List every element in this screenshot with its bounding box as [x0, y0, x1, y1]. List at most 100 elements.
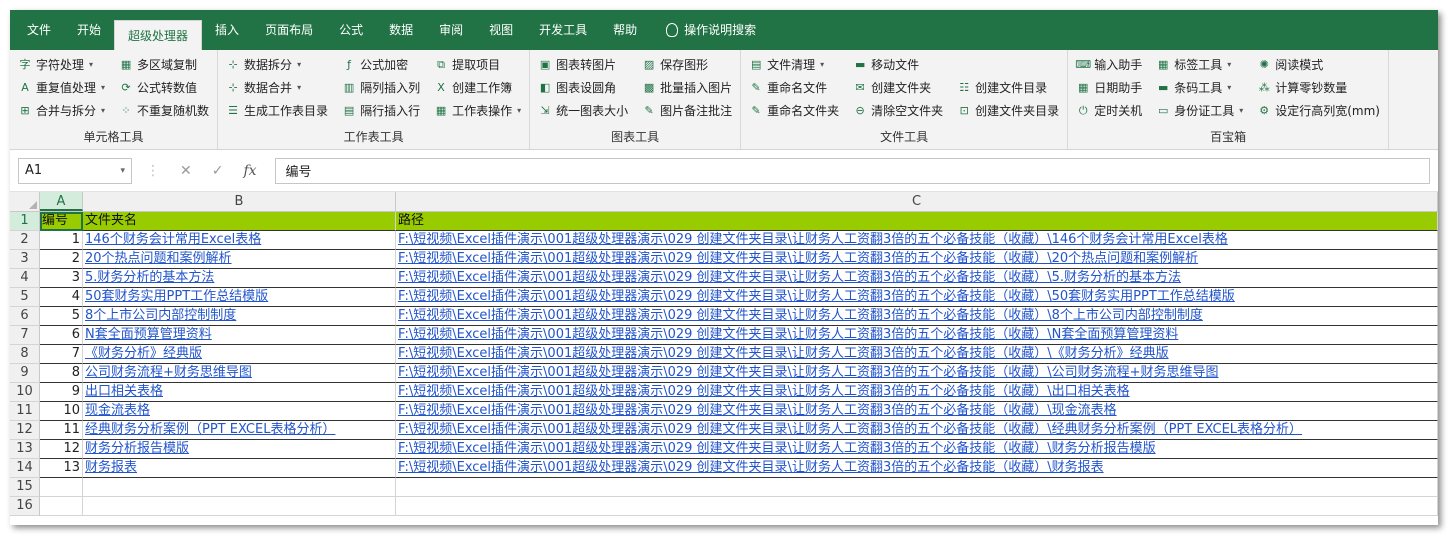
- ribbon-button[interactable]: ⏻ 定时关机: [1076, 100, 1142, 120]
- row-header[interactable]: 2: [10, 231, 40, 250]
- ribbon-button[interactable]: ▦ 日期助手: [1076, 77, 1142, 97]
- row-header[interactable]: 16: [10, 497, 40, 516]
- folder-link[interactable]: 20个热点问题和案例解析: [83, 250, 396, 269]
- cell-a[interactable]: 11: [40, 421, 83, 440]
- ribbon-button[interactable]: ◧ 图表设圆角: [538, 77, 628, 97]
- cell-a[interactable]: 2: [40, 250, 83, 269]
- row-header[interactable]: 11: [10, 402, 40, 421]
- tab-9[interactable]: 开发工具: [526, 10, 600, 50]
- path-link[interactable]: F:\短视频\Excel插件演示\001超级处理器演示\029 创建文件夹目录\…: [396, 307, 1438, 326]
- cell-b[interactable]: [83, 497, 396, 516]
- cell-a[interactable]: 4: [40, 288, 83, 307]
- row-header[interactable]: 12: [10, 421, 40, 440]
- tab-4[interactable]: 页面布局: [252, 10, 326, 50]
- column-header-b[interactable]: B: [83, 192, 396, 211]
- folder-link[interactable]: 经典财务分析案例（PPT EXCEL表格分析）: [83, 421, 396, 440]
- row-header[interactable]: 10: [10, 383, 40, 402]
- row-header[interactable]: 8: [10, 345, 40, 364]
- path-link[interactable]: F:\短视频\Excel插件演示\001超级处理器演示\029 创建文件夹目录\…: [396, 421, 1438, 440]
- row-header[interactable]: 15: [10, 478, 40, 497]
- cell-a[interactable]: 7: [40, 345, 83, 364]
- path-link[interactable]: F:\短视频\Excel插件演示\001超级处理器演示\029 创建文件夹目录\…: [396, 440, 1438, 459]
- insert-function-icon[interactable]: fx: [243, 163, 256, 179]
- folder-link[interactable]: 50套财务实用PPT工作总结模版: [83, 288, 396, 307]
- ribbon-button[interactable]: ⁘ 不重复随机数: [119, 100, 209, 120]
- cell-a[interactable]: 6: [40, 326, 83, 345]
- tab-0[interactable]: 文件: [14, 10, 64, 50]
- ribbon-button[interactable]: ▤ 隔行插入行: [342, 100, 420, 120]
- tab-5[interactable]: 公式: [326, 10, 376, 50]
- enter-check-icon[interactable]: ✓: [212, 163, 224, 179]
- path-link[interactable]: F:\短视频\Excel插件演示\001超级处理器演示\029 创建文件夹目录\…: [396, 326, 1438, 345]
- path-link[interactable]: F:\短视频\Excel插件演示\001超级处理器演示\029 创建文件夹目录\…: [396, 231, 1438, 250]
- ribbon-button[interactable]: ⌨ 输入助手: [1075, 54, 1142, 74]
- ribbon-button[interactable]: ✎ 图片备注批注: [642, 100, 733, 120]
- cell-a[interactable]: [40, 478, 83, 497]
- row-header[interactable]: 1: [10, 212, 40, 231]
- ribbon-button[interactable]: ⁂ 计算零钞数量: [1257, 77, 1380, 97]
- tab-6[interactable]: 数据: [376, 10, 426, 50]
- ribbon-button[interactable]: ⟳ 公式转数值: [119, 77, 209, 97]
- ribbon-button[interactable]: ▭ 身份证工具 ▾: [1156, 100, 1243, 120]
- ribbon-button[interactable]: X 创建工作簿: [434, 77, 521, 97]
- row-header[interactable]: 4: [10, 269, 40, 288]
- ribbon-button[interactable]: ▬ 条码工具 ▾: [1156, 77, 1243, 97]
- path-link[interactable]: F:\短视频\Excel插件演示\001超级处理器演示\029 创建文件夹目录\…: [396, 364, 1438, 383]
- path-link[interactable]: F:\短视频\Excel插件演示\001超级处理器演示\029 创建文件夹目录\…: [396, 250, 1438, 269]
- folder-link[interactable]: 《财务分析》经典版: [83, 345, 396, 364]
- cell-a[interactable]: 5: [40, 307, 83, 326]
- cell-c[interactable]: 路径: [396, 212, 1438, 231]
- ribbon-button[interactable]: ☰ 生成工作表目录: [226, 100, 328, 120]
- row-header[interactable]: 3: [10, 250, 40, 269]
- ribbon-button[interactable]: ☷ 创建文件目录: [957, 77, 1059, 97]
- folder-link[interactable]: 公司财务流程+财务思维导图: [83, 364, 396, 383]
- row-header[interactable]: 13: [10, 440, 40, 459]
- folder-link[interactable]: 财务报表: [83, 459, 396, 478]
- cell-b[interactable]: [83, 478, 396, 497]
- ribbon-button[interactable]: ⇲ 统一图表大小: [538, 100, 629, 120]
- ribbon-button[interactable]: ✎ 重命名文件夹: [749, 100, 840, 120]
- path-link[interactable]: F:\短视频\Excel插件演示\001超级处理器演示\029 创建文件夹目录\…: [396, 459, 1438, 478]
- folder-link[interactable]: 8个上市公司内部控制制度: [83, 307, 396, 326]
- ribbon-button[interactable]: ✉ 创建文件夹: [853, 77, 943, 97]
- tab-3[interactable]: 插入: [202, 10, 252, 50]
- row-header[interactable]: 6: [10, 307, 40, 326]
- path-link[interactable]: F:\短视频\Excel插件演示\001超级处理器演示\029 创建文件夹目录\…: [396, 288, 1438, 307]
- tell-me-search[interactable]: 操作说明搜索: [650, 10, 769, 50]
- select-all-button[interactable]: [10, 192, 40, 211]
- ribbon-button[interactable]: A 重复值处理 ▾: [18, 77, 105, 97]
- folder-link[interactable]: N套全面预算管理资料: [83, 326, 396, 345]
- cell-a[interactable]: 编号: [40, 212, 83, 231]
- tab-2[interactable]: 超级处理器: [114, 20, 203, 50]
- ribbon-button[interactable]: ▤ 文件清理 ▾: [749, 54, 839, 74]
- cell-a[interactable]: 10: [40, 402, 83, 421]
- tab-1[interactable]: 开始: [64, 10, 114, 50]
- cell-a[interactable]: 12: [40, 440, 83, 459]
- ribbon-button[interactable]: ▩ 批量插入图片: [642, 77, 732, 97]
- cell-a[interactable]: 8: [40, 364, 83, 383]
- ribbon-button[interactable]: ⊹ 数据拆分 ▾: [226, 54, 328, 74]
- folder-link[interactable]: 出口相关表格: [83, 383, 396, 402]
- folder-link[interactable]: 5.财务分析的基本方法: [83, 269, 396, 288]
- ribbon-button[interactable]: ⊹ 数据合并 ▾: [226, 77, 328, 97]
- cell-a[interactable]: 1: [40, 231, 83, 250]
- column-header-a[interactable]: A: [40, 192, 83, 211]
- folder-link[interactable]: 现金流表格: [83, 402, 396, 421]
- path-link[interactable]: F:\短视频\Excel插件演示\001超级处理器演示\029 创建文件夹目录\…: [396, 383, 1438, 402]
- ribbon-button[interactable]: ⊡ 创建文件夹目录: [957, 100, 1060, 120]
- ribbon-button[interactable]: ▨ 保存图形: [642, 54, 732, 74]
- ribbon-button[interactable]: ▦ 多区域复制: [119, 54, 209, 74]
- folder-link[interactable]: 财务分析报告模版: [83, 440, 396, 459]
- folder-link[interactable]: 146个财务会计常用Excel表格: [83, 231, 396, 250]
- cancel-icon[interactable]: ✕: [180, 163, 192, 179]
- cell-a[interactable]: 13: [40, 459, 83, 478]
- ribbon-button[interactable]: ƒ 公式加密: [342, 54, 420, 74]
- ribbon-button[interactable]: ⚙ 设定行高列宽(mm): [1257, 100, 1380, 120]
- ribbon-button[interactable]: 字字符处理 ▾: [18, 54, 105, 74]
- row-header[interactable]: 5: [10, 288, 40, 307]
- formula-input[interactable]: 编号: [274, 157, 1430, 184]
- row-header[interactable]: 7: [10, 326, 40, 345]
- row-header[interactable]: 14: [10, 459, 40, 478]
- drag-handle-icon[interactable]: ⋮: [146, 163, 160, 179]
- ribbon-button[interactable]: ▬ 移动文件: [853, 54, 943, 74]
